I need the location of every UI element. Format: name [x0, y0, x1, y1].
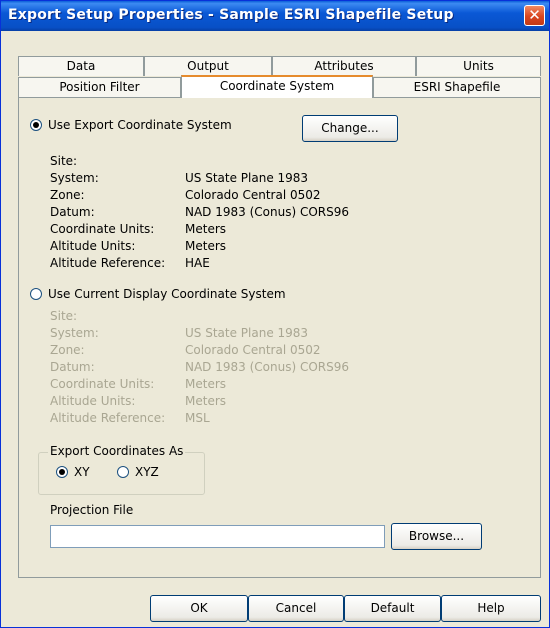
export-system-field-key: Altitude Units:: [50, 239, 136, 253]
export-system-field-value: Colorado Central 0502: [185, 188, 321, 202]
tab-label: Position Filter: [59, 80, 140, 94]
display-system-field-key: Datum:: [50, 360, 95, 374]
window-title: Export Setup Properties - Sample ESRI Sh…: [8, 7, 454, 23]
export-setup-dialog: Export Setup Properties - Sample ESRI Sh…: [0, 0, 550, 628]
export-system-field-row: Coordinate Units: Meters: [50, 221, 349, 238]
help-button[interactable]: Help: [441, 595, 541, 622]
display-system-field-key: Altitude Reference:: [50, 411, 166, 425]
export-system-field-key: Zone:: [50, 188, 85, 202]
display-system-field-value: Colorado Central 0502: [185, 343, 321, 357]
tab-position-filter[interactable]: Position Filter: [18, 77, 181, 97]
display-system-info: Site: System: US State Plane 1983 Zone: Colo…: [50, 308, 349, 427]
tab-label: ESRI Shapefile: [413, 80, 501, 94]
projection-file-input[interactable]: [50, 525, 385, 548]
display-system-field-value: US State Plane 1983: [185, 326, 309, 340]
tab-label: Attributes: [314, 59, 374, 73]
cancel-button[interactable]: Cancel: [248, 595, 344, 622]
tab-coordinate-system[interactable]: Coordinate System: [181, 75, 373, 98]
export-system-field-value: NAD 1983 (Conus) CORS96: [185, 205, 350, 219]
browse-button[interactable]: Browse...: [391, 523, 482, 550]
export-system-field-value: Meters: [185, 222, 227, 236]
display-system-field-row: System: US State Plane 1983: [50, 325, 349, 342]
tab-output[interactable]: Output: [144, 56, 272, 76]
display-system-label: Use Current Display Coordinate System: [48, 287, 286, 301]
tab-label: Units: [463, 59, 494, 73]
tab-label: Data: [66, 59, 96, 73]
xy-option[interactable]: XY: [56, 465, 90, 479]
export-system-field-row: Site:: [50, 153, 349, 170]
tab-esri-shapefile[interactable]: ESRI Shapefile: [373, 77, 541, 97]
export-system-field-key: Altitude Reference:: [50, 256, 166, 270]
export-system-field-value: US State Plane 1983: [185, 171, 309, 185]
display-system-field-key: System:: [50, 326, 99, 340]
display-system-field-row: Altitude Units: Meters: [50, 393, 349, 410]
display-system-field-row: Site:: [50, 308, 349, 325]
display-system-field-key: Altitude Units:: [50, 394, 136, 408]
export-system-radio[interactable]: [30, 119, 42, 131]
display-system-option[interactable]: Use Current Display Coordinate System: [30, 287, 286, 301]
export-system-option[interactable]: Use Export Coordinate System: [30, 118, 232, 132]
xyz-option[interactable]: XYZ: [117, 465, 159, 479]
change-button[interactable]: Change...: [302, 115, 398, 142]
display-system-field-value: MSL: [185, 411, 210, 425]
export-system-field-key: Site:: [50, 154, 78, 168]
display-system-field-value: Meters: [185, 377, 227, 391]
display-system-field-value: NAD 1983 (Conus) CORS96: [185, 360, 350, 374]
tab-units[interactable]: Units: [416, 56, 541, 76]
default-button[interactable]: Default: [344, 595, 441, 622]
tab-label: Output: [187, 59, 229, 73]
display-system-field-row: Zone: Colorado Central 0502: [50, 342, 349, 359]
display-system-field-row: Coordinate Units: Meters: [50, 376, 349, 393]
tab-data[interactable]: Data: [18, 56, 144, 76]
export-system-field-key: Datum:: [50, 205, 95, 219]
xyz-radio[interactable]: [117, 466, 129, 478]
projection-file-label: Projection File: [50, 503, 134, 517]
export-system-field-row: System: US State Plane 1983: [50, 170, 349, 187]
display-system-field-value: Meters: [185, 394, 227, 408]
display-system-field-key: Zone:: [50, 343, 85, 357]
tab-attributes[interactable]: Attributes: [272, 56, 416, 76]
xyz-label: XYZ: [135, 465, 159, 479]
export-system-field-value: HAE: [185, 256, 210, 270]
tab-label: Coordinate System: [219, 79, 335, 93]
export-system-field-row: Datum: NAD 1983 (Conus) CORS96: [50, 204, 349, 221]
export-system-field-row: Zone: Colorado Central 0502: [50, 187, 349, 204]
display-system-field-row: Altitude Reference: MSL: [50, 410, 349, 427]
title-bar[interactable]: Export Setup Properties - Sample ESRI Sh…: [1, 1, 549, 31]
display-system-field-key: Coordinate Units:: [50, 377, 155, 391]
close-icon[interactable]: ✕: [524, 5, 545, 26]
export-system-field-row: Altitude Reference: HAE: [50, 255, 349, 272]
ok-button[interactable]: OK: [150, 595, 248, 622]
export-system-label: Use Export Coordinate System: [48, 118, 232, 132]
export-system-info: Site: System: US State Plane 1983 Zone: Colo…: [50, 153, 349, 272]
display-system-field-key: Site:: [50, 309, 78, 323]
coordinate-system-panel: Use Export Coordinate System Change... S…: [18, 97, 541, 578]
export-system-field-row: Altitude Units: Meters: [50, 238, 349, 255]
display-system-field-row: Datum: NAD 1983 (Conus) CORS96: [50, 359, 349, 376]
xy-label: XY: [74, 465, 90, 479]
xy-radio[interactable]: [56, 466, 68, 478]
export-system-field-key: Coordinate Units:: [50, 222, 155, 236]
export-coordinates-group-label: Export Coordinates As: [48, 444, 186, 458]
export-system-field-key: System:: [50, 171, 99, 185]
export-system-field-value: Meters: [185, 239, 227, 253]
display-system-radio[interactable]: [30, 288, 42, 300]
